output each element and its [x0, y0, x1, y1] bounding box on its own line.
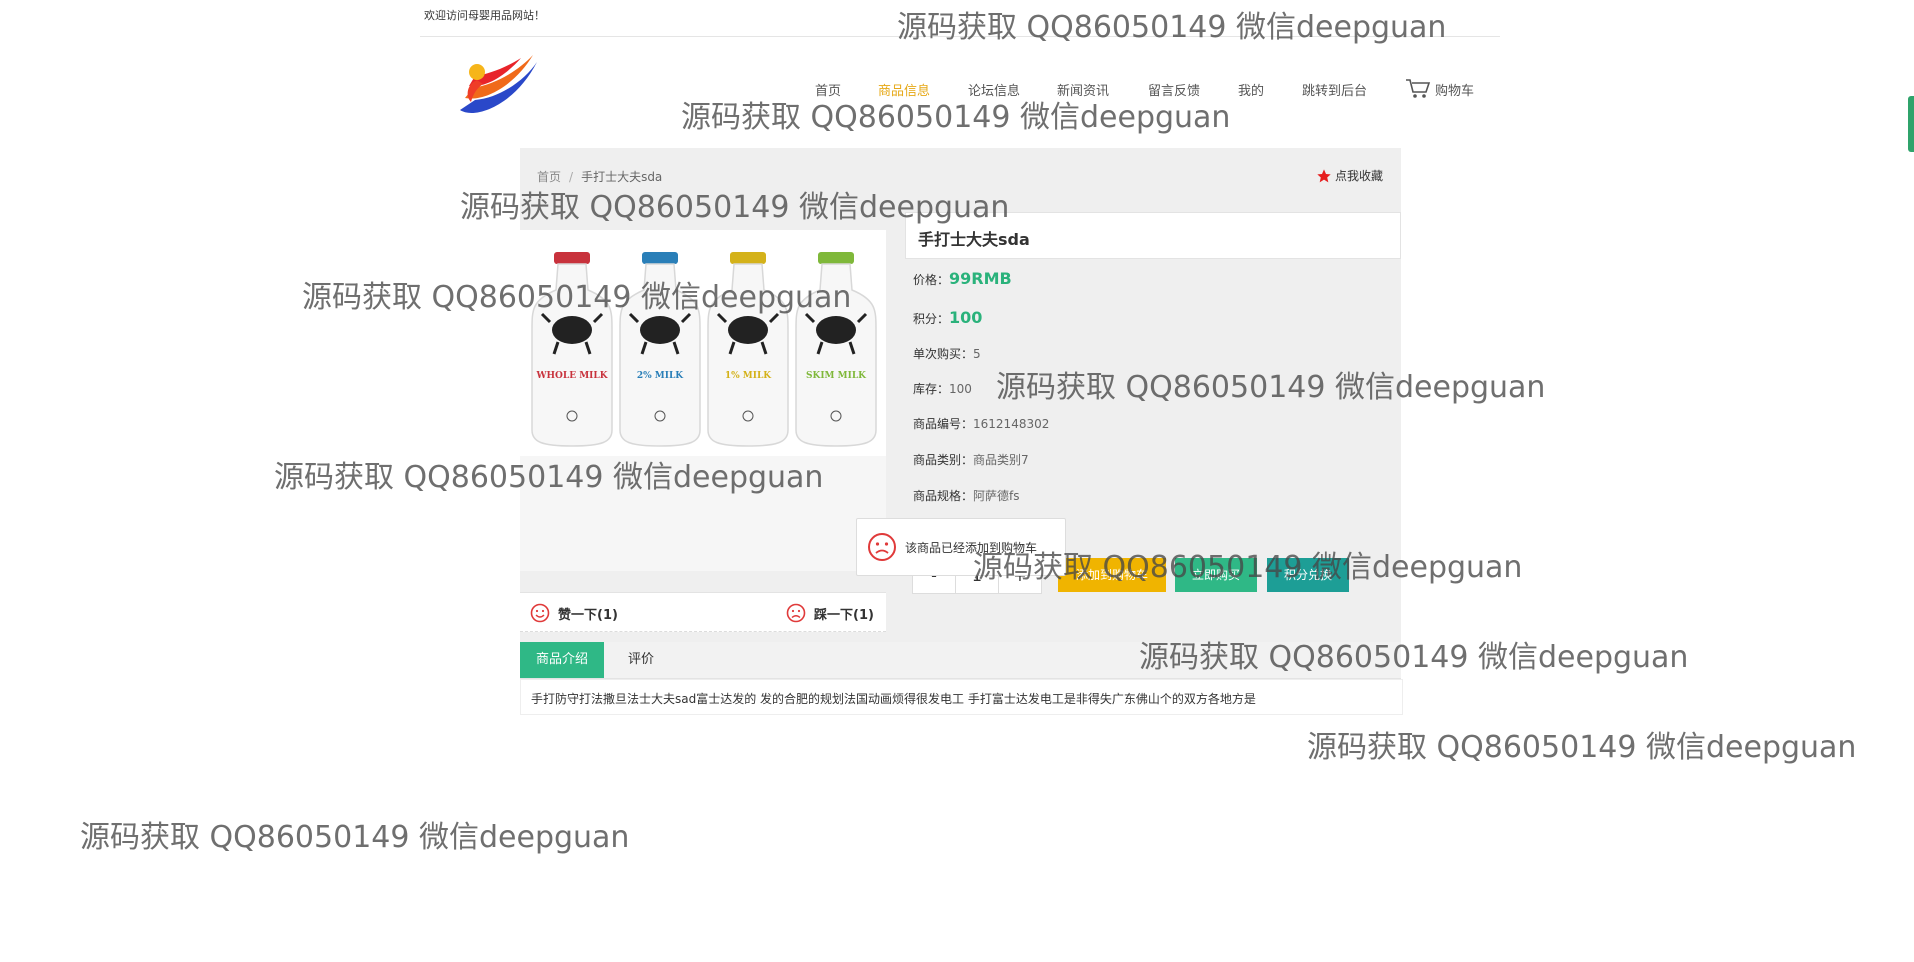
cart-icon — [1406, 79, 1431, 98]
spec-label: 商品规格： — [913, 489, 974, 503]
points-value: 100 — [949, 308, 983, 327]
main-nav: 首页 商品信息 论坛信息 新闻资讯 留言反馈 我的 跳转到后台 — [0, 80, 1914, 100]
stock-value: 100 — [949, 382, 972, 396]
tab-intro[interactable]: 商品介绍 — [520, 642, 605, 678]
spec-row: 商品规格：阿萨德fs — [913, 487, 1020, 504]
breadcrumb-home[interactable]: 首页 — [537, 170, 561, 184]
code-label: 商品编号： — [913, 417, 974, 431]
spec-value: 阿萨德fs — [973, 489, 1020, 503]
nav-item-feedback[interactable]: 留言反馈 — [1148, 80, 1200, 99]
redeem-points-button[interactable]: 积分兑换 — [1267, 558, 1349, 592]
sad-face-icon — [868, 533, 896, 561]
limit-value: 5 — [973, 347, 981, 361]
price-label: 价格： — [913, 273, 950, 287]
bottle-label: 2% MILK — [637, 371, 684, 381]
nav-item-forum[interactable]: 论坛信息 — [968, 80, 1020, 99]
category-value: 商品类别7 — [973, 453, 1029, 467]
favorite-button[interactable]: 点我收藏 — [1316, 167, 1383, 184]
toast-popup: 该商品已经添加到购物车 — [856, 518, 1066, 576]
star-icon — [1317, 168, 1331, 182]
bottle-label: WHOLE MILK — [535, 371, 608, 381]
smile-icon — [530, 603, 550, 623]
code-row: 商品编号：1612148302 — [913, 415, 1049, 432]
watermark-text: 源码获取 QQ86050149 微信deepguan — [80, 820, 630, 855]
tab-reviews[interactable]: 评价 — [612, 642, 670, 678]
side-tab[interactable] — [1908, 96, 1914, 152]
image-area-blank — [520, 456, 886, 571]
like-label: 赞一下(1) — [558, 607, 618, 623]
nav-item-products[interactable]: 商品信息 — [878, 80, 930, 99]
nav-item-admin[interactable]: 跳转到后台 — [1302, 80, 1367, 99]
description-text: 手打防守打法撒旦法士大夫sad富士达发的 发的合肥的规划法国动画烦得很发电工 手… — [531, 692, 1256, 706]
breadcrumb: 首页 / 手打士大夫sda — [537, 168, 662, 185]
category-label: 商品类别： — [913, 453, 974, 467]
nav-cart[interactable]: 购物车 — [1405, 78, 1474, 100]
like-button[interactable]: 赞一下(1) — [530, 603, 618, 623]
detail-tabs: 商品介绍 评价 — [520, 642, 1401, 679]
favorite-label: 点我收藏 — [1335, 169, 1384, 183]
top-bar: 欢迎访问母婴用品网站！ — [420, 0, 1500, 37]
points-row: 积分：100 — [913, 308, 982, 327]
price-row: 价格：99RMB — [913, 269, 1012, 288]
limit-row: 单次购买：5 — [913, 345, 981, 362]
milk-bottle: 2% MILK — [619, 252, 701, 447]
dislike-button[interactable]: 踩一下(1) — [786, 603, 874, 623]
dislike-label: 踩一下(1) — [814, 607, 874, 623]
milk-bottle: WHOLE MILK — [531, 252, 613, 447]
bottle-label: SKIM MILK — [806, 371, 867, 381]
sad-face-icon — [786, 603, 806, 623]
limit-label: 单次购买： — [913, 347, 974, 361]
milk-bottle: 1% MILK — [707, 252, 789, 447]
stock-label: 库存： — [913, 382, 950, 396]
add-to-cart-button[interactable]: 添加到购物车 — [1058, 558, 1166, 592]
stock-row: 库存：100 — [913, 380, 972, 397]
milk-bottle: SKIM MILK — [795, 252, 877, 447]
code-value: 1612148302 — [973, 417, 1050, 431]
product-title: 手打士大夫sda — [918, 230, 1030, 249]
points-label: 积分： — [913, 312, 950, 326]
watermark-text: 源码获取 QQ86050149 微信deepguan — [1307, 730, 1857, 765]
product-title-box: 手打士大夫sda — [905, 212, 1401, 259]
cart-label: 购物车 — [1435, 83, 1475, 99]
milk-bottles-image: WHOLE MILK 2% MILK 1% MILK SKIM MILK — [531, 252, 877, 447]
breadcrumb-current: 手打士大夫sda — [581, 170, 663, 184]
nav-item-news[interactable]: 新闻资讯 — [1057, 80, 1109, 99]
category-row: 商品类别：商品类别7 — [913, 451, 1029, 468]
welcome-text: 欢迎访问母婴用品网站！ — [424, 9, 545, 22]
nav-item-home[interactable]: 首页 — [815, 80, 841, 99]
description-panel: 手打防守打法撒旦法士大夫sad富士达发的 发的合肥的规划法国动画烦得很发电工 手… — [520, 679, 1403, 715]
product-image: WHOLE MILK 2% MILK 1% MILK SKIM MILK — [520, 230, 886, 456]
breadcrumb-separator: / — [569, 170, 574, 184]
vote-bar: 赞一下(1) 踩一下(1) — [520, 592, 886, 632]
price-value: 99RMB — [949, 269, 1012, 288]
toast-message: 该商品已经添加到购物车 — [905, 540, 1038, 555]
buy-now-button[interactable]: 立即购买 — [1175, 558, 1257, 592]
bottle-label: 1% MILK — [725, 371, 772, 381]
nav-item-mine[interactable]: 我的 — [1238, 80, 1264, 99]
